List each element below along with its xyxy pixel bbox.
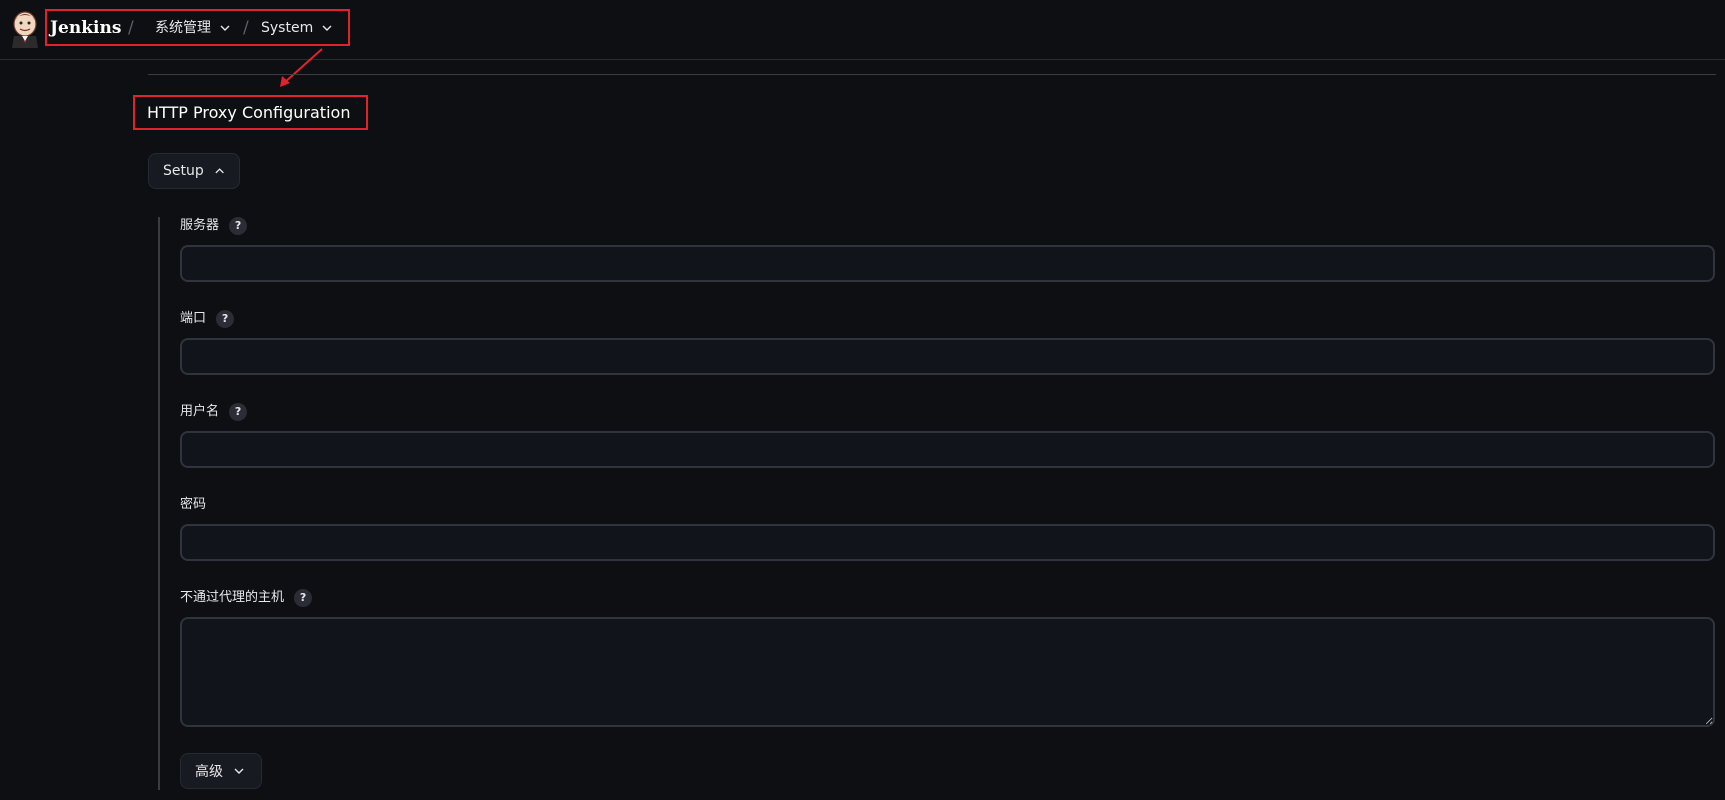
port-input[interactable] — [180, 338, 1715, 375]
jenkins-system-page: Jenkins / 系统管理 / System HTTP Proxy Confi… — [0, 0, 1725, 800]
password-label-text: 密码 — [180, 497, 207, 512]
no-proxy-hosts-label: 不通过代理的主机 ? — [180, 588, 313, 608]
advanced-button[interactable]: 高级 — [180, 753, 262, 789]
server-input[interactable] — [180, 245, 1715, 282]
chevron-down-icon[interactable] — [321, 22, 333, 34]
help-icon[interactable]: ? — [216, 310, 235, 328]
password-input[interactable] — [180, 524, 1715, 561]
no-proxy-hosts-label-text: 不通过代理的主机 — [180, 590, 285, 605]
jenkins-home-link[interactable]: Jenkins — [50, 15, 121, 41]
breadcrumb-label: System — [261, 20, 314, 36]
username-input[interactable] — [180, 431, 1715, 468]
breadcrumb-separator: / — [128, 18, 134, 38]
breadcrumb-separator: / — [243, 18, 249, 38]
top-header: Jenkins / 系统管理 / System — [0, 0, 1725, 60]
server-label: 服务器 ? — [180, 216, 248, 236]
section-indent-bar — [158, 217, 160, 790]
help-icon[interactable]: ? — [229, 217, 248, 235]
chevron-down-icon — [234, 768, 244, 774]
help-icon[interactable]: ? — [229, 403, 248, 421]
advanced-label: 高级 — [195, 764, 223, 780]
breadcrumb-label: 系统管理 — [155, 20, 211, 36]
annotation-arrow — [280, 48, 323, 87]
jenkins-logo-icon[interactable] — [10, 10, 40, 48]
username-label-text: 用户名 — [180, 404, 220, 419]
help-icon[interactable]: ? — [294, 589, 313, 607]
breadcrumb-manage-jenkins[interactable]: 系统管理 — [155, 15, 231, 41]
section-title: HTTP Proxy Configuration — [147, 103, 351, 122]
port-label: 端口 ? — [180, 309, 235, 329]
chevron-up-icon — [215, 168, 224, 174]
username-label: 用户名 ? — [180, 402, 248, 422]
setup-label: Setup — [163, 163, 204, 179]
password-label: 密码 — [180, 495, 206, 515]
port-label-text: 端口 — [180, 311, 207, 326]
chevron-down-icon[interactable] — [219, 22, 231, 34]
no-proxy-hosts-textarea[interactable] — [180, 617, 1715, 727]
server-label-text: 服务器 — [180, 218, 220, 233]
breadcrumb-system[interactable]: System — [261, 15, 333, 41]
section-divider — [148, 74, 1716, 75]
setup-toggle-button[interactable]: Setup — [148, 153, 240, 189]
